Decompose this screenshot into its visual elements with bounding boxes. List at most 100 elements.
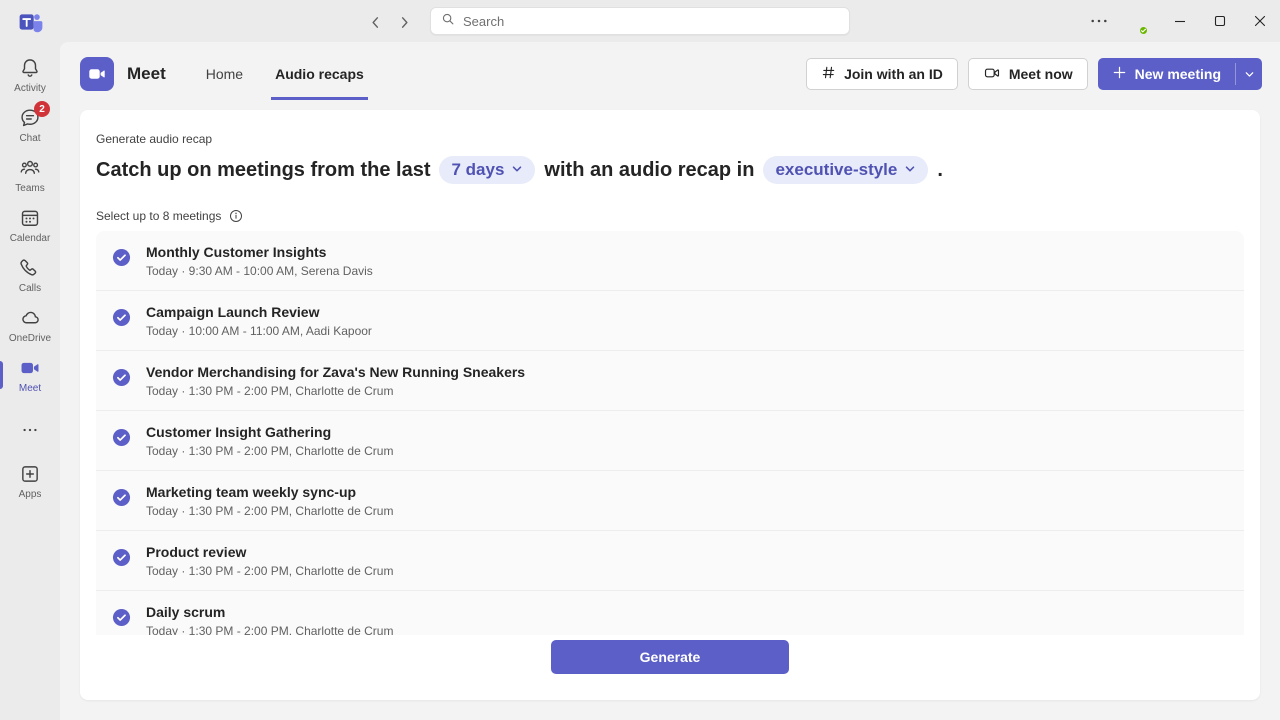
teams-app-window: Activity 2 Chat Teams Calendar Calls <box>0 0 1280 720</box>
people-icon <box>18 156 42 180</box>
meet-app-header: Meet Home Audio recaps Join with an ID M… <box>60 48 1280 100</box>
sidebar-item-label: Meet <box>19 383 41 394</box>
profile-avatar[interactable] <box>1122 9 1146 33</box>
presence-available-icon <box>1138 25 1149 36</box>
calendar-icon <box>18 206 42 230</box>
sidebar-item-label: Activity <box>14 83 46 94</box>
search-input[interactable] <box>463 14 839 29</box>
meeting-title: Monthly Customer Insights <box>146 244 373 261</box>
tab-audio-recaps[interactable]: Audio recaps <box>271 48 368 100</box>
recap-style-dropdown[interactable]: executive-style <box>763 156 928 184</box>
meeting-title: Campaign Launch Review <box>146 304 372 321</box>
selected-check-icon[interactable] <box>112 308 131 327</box>
sidebar-item-activity[interactable]: Activity <box>0 50 60 100</box>
forward-button[interactable] <box>392 10 416 34</box>
meeting-details: Today · 1:30 PM - 2:00 PM, Charlotte de … <box>146 384 525 398</box>
meeting-row[interactable]: Vendor Merchandising for Zava's New Runn… <box>96 351 1244 411</box>
title-bar <box>0 0 1280 42</box>
selected-check-icon[interactable] <box>112 548 131 567</box>
meeting-details: Today · 1:30 PM - 2:00 PM, Charlotte de … <box>146 504 393 518</box>
header-actions: Join with an ID Meet now New meeting <box>806 58 1262 90</box>
meeting-details: Today · 1:30 PM - 2:00 PM, Charlotte de … <box>146 624 393 636</box>
meeting-row[interactable]: Customer Insight Gathering Today · 1:30 … <box>96 411 1244 471</box>
phone-icon <box>18 256 42 280</box>
video-icon <box>18 356 42 380</box>
apps-icon <box>18 462 42 486</box>
search-icon <box>441 12 455 31</box>
teams-logo-icon <box>18 9 44 35</box>
close-button[interactable] <box>1240 0 1280 42</box>
new-meeting-dropdown-button[interactable] <box>1236 58 1262 90</box>
meeting-details: Today · 1:30 PM - 2:00 PM, Charlotte de … <box>146 444 393 458</box>
bell-icon <box>18 56 42 80</box>
meeting-title: Customer Insight Gathering <box>146 424 393 441</box>
more-options-icon[interactable] <box>1082 6 1116 36</box>
recap-headline: Catch up on meetings from the last 7 day… <box>96 156 1244 184</box>
meeting-list[interactable]: Monthly Customer Insights Today · 9:30 A… <box>96 231 1244 635</box>
plus-icon <box>1112 65 1127 83</box>
headline-text: Catch up on meetings from the last <box>96 159 430 182</box>
section-label: Generate audio recap <box>96 132 1244 146</box>
info-icon[interactable] <box>228 208 243 223</box>
headline-text: . <box>937 159 943 182</box>
join-with-id-button[interactable]: Join with an ID <box>806 58 958 90</box>
selected-check-icon[interactable] <box>112 428 131 447</box>
sidebar-item-label: Chat <box>19 133 40 144</box>
sidebar-item-calls[interactable]: Calls <box>0 250 60 300</box>
tab-bar: Home Audio recaps <box>190 48 380 100</box>
selected-check-icon[interactable] <box>112 608 131 627</box>
chat-icon: 2 <box>18 106 42 130</box>
meeting-row[interactable]: Campaign Launch Review Today · 10:00 AM … <box>96 291 1244 351</box>
chat-unread-badge: 2 <box>34 101 50 117</box>
sidebar-item-label: OneDrive <box>9 333 51 344</box>
meeting-title: Product review <box>146 544 393 561</box>
hash-icon <box>821 65 836 83</box>
generate-button[interactable]: Generate <box>551 640 789 674</box>
selected-check-icon[interactable] <box>112 488 131 507</box>
back-button[interactable] <box>363 10 387 34</box>
sidebar-item-label: Calendar <box>10 233 51 244</box>
time-range-dropdown[interactable]: 7 days <box>439 156 535 184</box>
audio-recap-card: Generate audio recap Catch up on meeting… <box>80 110 1260 700</box>
meeting-row[interactable]: Monthly Customer Insights Today · 9:30 A… <box>96 231 1244 291</box>
meet-now-button[interactable]: Meet now <box>968 58 1088 90</box>
meeting-row[interactable]: Product review Today · 1:30 PM - 2:00 PM… <box>96 531 1244 591</box>
sidebar-item-calendar[interactable]: Calendar <box>0 200 60 250</box>
sidebar-item-meet[interactable]: Meet <box>0 350 60 400</box>
meet-app-icon <box>80 57 114 91</box>
sidebar-item-label: Teams <box>15 183 44 194</box>
sidebar-item-onedrive[interactable]: OneDrive <box>0 300 60 350</box>
meeting-details: Today · 1:30 PM - 2:00 PM, Charlotte de … <box>146 564 393 578</box>
sidebar-item-chat[interactable]: 2 Chat <box>0 100 60 150</box>
meeting-row[interactable]: Marketing team weekly sync-up Today · 1:… <box>96 471 1244 531</box>
meeting-title: Daily scrum <box>146 604 393 621</box>
tab-home[interactable]: Home <box>202 48 247 100</box>
sidebar-more-button[interactable] <box>0 412 60 448</box>
main-area: Meet Home Audio recaps Join with an ID M… <box>60 42 1280 720</box>
selected-check-icon[interactable] <box>112 248 131 267</box>
page-title: Meet <box>127 64 166 84</box>
video-outline-icon <box>983 64 1001 85</box>
new-meeting-button[interactable]: New meeting <box>1098 58 1235 90</box>
meeting-row[interactable]: Daily scrum Today · 1:30 PM - 2:00 PM, C… <box>96 591 1244 635</box>
minimize-button[interactable] <box>1160 0 1200 42</box>
cloud-icon <box>18 306 42 330</box>
app-sidebar: Activity 2 Chat Teams Calendar Calls <box>0 42 60 720</box>
headline-text: with an audio recap in <box>544 159 754 182</box>
meeting-title: Marketing team weekly sync-up <box>146 484 393 501</box>
maximize-button[interactable] <box>1200 0 1240 42</box>
select-meetings-row: Select up to 8 meetings <box>96 208 1244 223</box>
sidebar-item-apps[interactable]: Apps <box>0 456 60 506</box>
select-label: Select up to 8 meetings <box>96 209 221 223</box>
ellipsis-icon <box>18 418 42 442</box>
meeting-details: Today · 10:00 AM - 11:00 AM, Aadi Kapoor <box>146 324 372 338</box>
chevron-down-icon <box>904 160 916 180</box>
new-meeting-split-button: New meeting <box>1098 58 1262 90</box>
search-box[interactable] <box>430 7 850 35</box>
meeting-details: Today · 9:30 AM - 10:00 AM, Serena Davis <box>146 264 373 278</box>
meeting-title: Vendor Merchandising for Zava's New Runn… <box>146 364 525 381</box>
sidebar-item-teams[interactable]: Teams <box>0 150 60 200</box>
selected-check-icon[interactable] <box>112 368 131 387</box>
sidebar-item-label: Apps <box>19 489 42 500</box>
sidebar-item-label: Calls <box>19 283 41 294</box>
